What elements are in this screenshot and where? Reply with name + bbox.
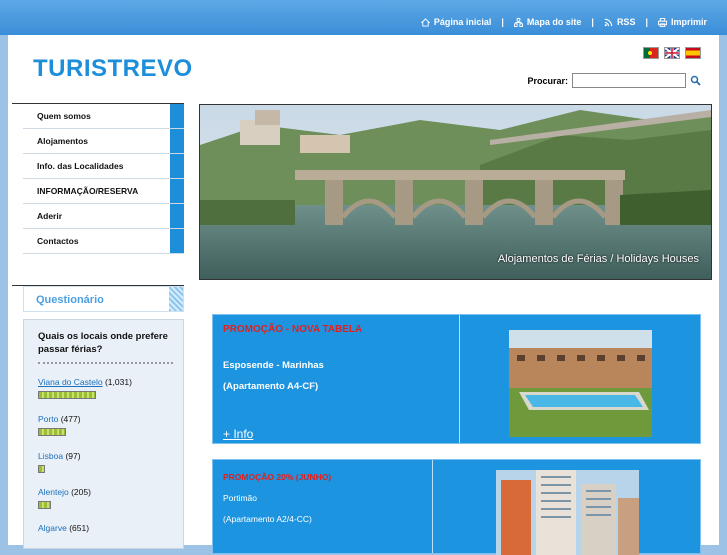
poll-option: Alentejo (205) [38,487,91,509]
questionnaire-header: Questionário [23,286,184,312]
poll-option: Lisboa (97) [38,451,81,473]
apartment-pool-photo[interactable] [509,330,652,437]
poll-option-label: Porto [38,414,59,424]
more-info-link[interactable]: + Info [223,427,253,441]
sitemap-icon [513,17,523,27]
promo-place: Portimão [223,493,258,503]
rss-link-label: RSS [616,17,636,27]
nav-item-marker [170,104,184,128]
portugal-flag-icon[interactable] [643,47,659,59]
nav-item-label: Alojamentos [37,136,89,146]
banner-caption: Alojamentos de Férias / Holidays Houses [497,253,699,265]
print-link[interactable]: Imprimir [657,17,707,27]
spain-flag-icon[interactable] [685,47,701,59]
nav-item-quem-somos[interactable]: Quem somos [23,104,184,129]
search-area: Procurar: [527,73,701,88]
printer-icon [657,17,667,27]
separator: | [645,17,648,27]
print-link-label: Imprimir [670,17,707,27]
poll-result-bar [38,465,45,473]
nav-item-localidades[interactable]: Info. das Localidades [23,154,184,179]
promo-unit: (Apartamento A4-CF) [223,381,319,392]
language-flags [643,47,701,59]
promo-title: PROMOÇÃO 20% (JUNHO) [223,472,332,482]
questionnaire-title: Questionário [36,294,104,306]
promo-card: PROMOÇÃO - NOVA TABELA Esposende - Marin… [212,314,701,444]
poll-option-count: (1,031) [104,377,132,387]
poll-result-bar [38,391,96,399]
poll-question: Quais os locais onde prefere passar féri… [38,331,168,355]
nav-item-reserva[interactable]: INFORMAÇÃO/RESERVA [23,179,184,204]
nav-item-label: Aderir [37,211,63,221]
search-label: Procurar: [527,75,568,86]
rss-icon [604,18,613,26]
home-link-label: Página inicial [433,17,492,27]
top-bar: Página inicial | Mapa do site | RSS | Im… [0,0,727,35]
poll-option-label: Alentejo [38,487,69,497]
nav-item-label: Quem somos [37,111,91,121]
nav-item-marker [170,204,184,228]
poll-option-count: (477) [60,414,81,424]
separator: | [501,17,504,27]
top-links: Página inicial | Mapa do site | RSS | Im… [420,17,707,27]
search-input[interactable] [572,73,686,88]
home-link[interactable]: Página inicial [420,17,492,27]
promo-title: PROMOÇÃO - NOVA TABELA [223,324,363,335]
nav-item-label: Contactos [37,236,79,246]
questionnaire-header-pattern [169,287,183,311]
site-logo[interactable]: TURISTREVO [33,55,193,83]
dotted-divider [38,362,173,364]
nav-item-marker [170,229,184,253]
nav-item-contactos[interactable]: Contactos [23,229,184,254]
nav-item-alojamentos[interactable]: Alojamentos [23,129,184,154]
nav-item-marker [170,129,184,153]
promo-divider [459,315,460,443]
poll-result-bar [38,501,51,509]
nav-item-label: Info. das Localidades [37,161,124,171]
search-icon[interactable] [690,75,701,86]
poll-option-count: (205) [71,487,91,497]
apartment-building-photo[interactable] [496,470,639,555]
poll-option: Viana do Castelo (1,031) [38,377,132,399]
poll-option-count: (651) [69,523,90,533]
poll-option: Porto (477) [38,414,81,436]
promo-unit: (Apartamento A2/4-CC) [223,514,312,524]
uk-flag-icon[interactable] [664,47,680,59]
poll-option-label: Lisboa [38,451,64,461]
promo-card: PROMOÇÃO 20% (JUNHO) Portimão (Apartamen… [212,459,701,555]
promo-place: Esposende - Marinhas [223,360,324,371]
nav-item-marker [170,154,184,178]
poll-option-link[interactable]: Viana do Castelo [38,377,103,387]
home-icon [420,17,430,27]
sitemap-link[interactable]: Mapa do site [513,17,582,27]
promo-divider [432,460,433,553]
poll-option: Algarve (651) [38,523,89,533]
separator: | [591,17,594,27]
poll-box: Quais os locais onde prefere passar féri… [23,319,184,549]
sitemap-link-label: Mapa do site [526,17,582,27]
nav-item-marker [170,179,184,203]
main-nav: Quem somos Alojamentos Info. das Localid… [23,104,184,254]
nav-item-aderir[interactable]: Aderir [23,204,184,229]
rss-link[interactable]: RSS [604,17,636,27]
header-banner-image: Alojamentos de Férias / Holidays Houses [199,104,712,280]
poll-option-label: Algarve [38,523,67,533]
poll-result-bar [38,428,66,436]
page-container: TURISTREVO Procurar: Quem somos Alojamen… [8,35,719,555]
nav-item-label: INFORMAÇÃO/RESERVA [37,186,139,196]
poll-option-count: (97) [65,451,81,461]
